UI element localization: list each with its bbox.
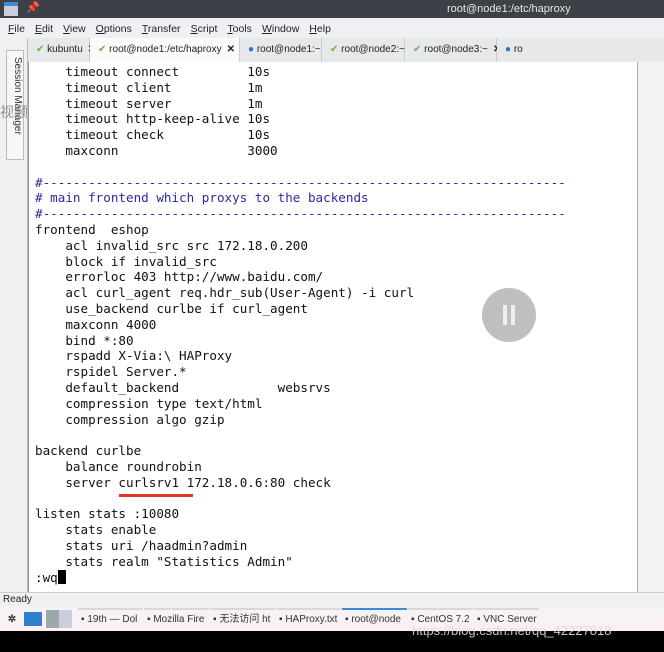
terminal[interactable]: timeout connect 10s timeout client 1m ti… bbox=[28, 62, 637, 592]
menu-options[interactable]: Options bbox=[96, 23, 132, 38]
tab-1[interactable]: ✔ root@node1:/etc/haproxy ✕ bbox=[90, 38, 240, 62]
terminal-line: balance roundrobin bbox=[35, 458, 202, 474]
terminal-line: timeout client 1m bbox=[35, 79, 263, 95]
terminal-line: server curlsrv1 172.18.0.6:80 check bbox=[35, 474, 331, 490]
terminal-line: timeout connect 10s bbox=[35, 64, 271, 79]
terminal-line: timeout server 1m bbox=[35, 95, 263, 111]
tab-label: root@node1:~ bbox=[256, 44, 321, 55]
menu-file[interactable]: File bbox=[8, 23, 25, 38]
terminal-line: timeout check 10s bbox=[35, 127, 271, 143]
terminal-line: #---------------------------------------… bbox=[35, 174, 566, 190]
tab-label: root@node1:/etc/haproxy bbox=[109, 44, 222, 55]
taskbar-item[interactable]: ▪ HAProxy.txt bbox=[276, 608, 341, 630]
tab-2[interactable]: ● root@node1:~✕ bbox=[240, 38, 334, 62]
window-title: root@node1:/etc/haproxy bbox=[447, 3, 571, 15]
terminal-line: block if invalid_src bbox=[35, 253, 217, 269]
tab-bar: ✔ kubuntu✕✔ root@node1:/etc/haproxy✕● ro… bbox=[28, 38, 664, 62]
menu-edit[interactable]: Edit bbox=[35, 23, 53, 38]
menu-transfer[interactable]: Transfer bbox=[142, 23, 181, 38]
taskbar-item[interactable]: ▪ 无法访问 ht bbox=[210, 608, 275, 630]
pause-icon[interactable] bbox=[482, 288, 536, 342]
tab-label: kubuntu bbox=[47, 44, 83, 55]
terminal-line: compression algo gzip bbox=[35, 411, 225, 427]
terminal-line: compression type text/html bbox=[35, 395, 263, 411]
tab-0[interactable]: ✔ kubuntu✕ bbox=[28, 38, 96, 62]
terminal-line: # main frontend which proxys to the back… bbox=[35, 190, 369, 206]
tab-label: root@node2:~ bbox=[341, 44, 405, 55]
menu-script[interactable]: Script bbox=[191, 23, 218, 38]
check-icon: ✔ bbox=[36, 44, 45, 55]
terminal-line: maxconn 4000 bbox=[35, 316, 157, 332]
taskbar-item[interactable]: ▪ Mozilla Fire bbox=[144, 608, 209, 630]
terminal-line: default_backend websrvs bbox=[35, 379, 331, 395]
terminal-line: timeout http-keep-alive 10s bbox=[35, 111, 271, 127]
terminal-line: #---------------------------------------… bbox=[35, 206, 566, 222]
terminal-line: frontend eshop bbox=[35, 221, 149, 237]
cursor bbox=[57, 569, 66, 584]
terminal-line: backend curlbe bbox=[35, 443, 142, 459]
info-icon: ● bbox=[505, 44, 512, 55]
terminal-line: stats enable bbox=[35, 522, 157, 538]
check-icon: ✔ bbox=[413, 44, 422, 55]
menu-bar: File Edit View Options Transfer Script Tools Wi… bbox=[0, 18, 664, 38]
tab-label: root@node3:~ bbox=[424, 44, 488, 55]
right-panel bbox=[637, 62, 664, 592]
terminal-line: rspadd X-Via:\ HAProxy bbox=[35, 348, 233, 364]
title-bar: 📌 root@node1:/etc/haproxy bbox=[0, 0, 664, 18]
terminal-line: listen stats :10080 bbox=[35, 506, 180, 522]
tab-4[interactable]: ✔ root@node3:~✕ bbox=[405, 38, 501, 62]
menu-window[interactable]: Window bbox=[262, 23, 299, 38]
close-icon[interactable]: ✕ bbox=[227, 44, 235, 55]
taskbar-item[interactable]: ▪ root@node bbox=[342, 608, 407, 630]
pin-icon[interactable]: 📌 bbox=[26, 1, 40, 14]
terminal-line: use_backend curlbe if curl_agent bbox=[35, 300, 308, 316]
pager-icon[interactable] bbox=[46, 610, 72, 628]
terminal-line: bind *:80 bbox=[35, 332, 134, 348]
check-icon: ✔ bbox=[98, 44, 107, 55]
terminal-line: stats uri /haadmin?admin bbox=[35, 537, 248, 553]
tab-label: ro bbox=[513, 44, 523, 55]
terminal-line: :wq bbox=[35, 569, 58, 585]
taskbar-item[interactable]: ▪ 19th — Dol bbox=[78, 608, 143, 630]
watermark: https://blog.csdn.net/qq_42227818 bbox=[412, 623, 612, 638]
file-manager-icon[interactable] bbox=[24, 612, 42, 626]
terminal-line: stats realm "Statistics Admin" bbox=[35, 553, 293, 569]
check-icon: ✔ bbox=[330, 44, 339, 55]
terminal-line: acl curl_agent req.hdr_sub(User-Agent) -… bbox=[35, 285, 415, 301]
menu-view[interactable]: View bbox=[63, 23, 86, 38]
video-overlay-text: 视频 bbox=[0, 105, 28, 121]
terminal-line: errorloc 403 http://www.baidu.com/ bbox=[35, 269, 324, 285]
tab-3[interactable]: ✔ root@node2:~✕ bbox=[322, 38, 418, 62]
info-icon: ● bbox=[248, 44, 255, 55]
terminal-line: rspidel Server.* bbox=[35, 364, 187, 380]
red-underline-annotation bbox=[119, 494, 193, 497]
terminal-line: acl invalid_src src 172.18.0.200 bbox=[35, 237, 308, 253]
menu-tools[interactable]: Tools bbox=[227, 23, 252, 38]
menu-help[interactable]: Help bbox=[309, 23, 331, 38]
kde-menu-icon[interactable]: ✲ bbox=[0, 614, 24, 625]
status-bar: Ready bbox=[0, 592, 664, 607]
terminal-line: maxconn 3000 bbox=[35, 142, 278, 158]
tab-5[interactable]: ● ro bbox=[497, 38, 664, 62]
app-icon bbox=[4, 2, 18, 16]
